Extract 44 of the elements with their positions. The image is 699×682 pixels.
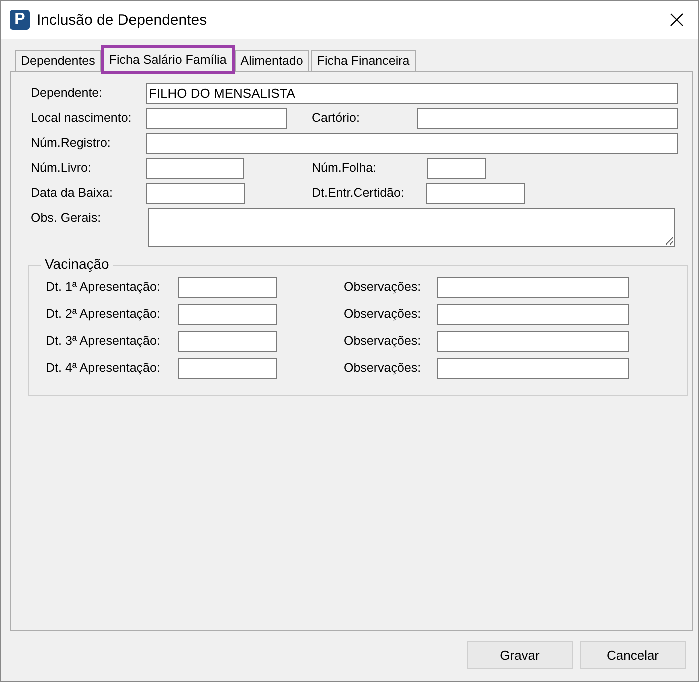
tab[interactable]: Alimentado [234,50,310,71]
close-icon[interactable] [670,13,684,27]
dialog-button[interactable]: Cancelar [580,641,686,669]
field-label: Local nascimento: [31,110,133,127]
field-label: Observações: [344,279,422,296]
date-field[interactable] [178,331,277,352]
input-field[interactable] [437,304,629,325]
field-label: Núm.Registro: [31,135,112,152]
field-label: Dt. 3ª Apresentação: [46,333,162,350]
field-label: Observações: [344,333,422,350]
tab[interactable]: Ficha Salário Família [103,47,233,72]
field-label: Cartório: [312,110,361,127]
field-label: Data da Baixa: [31,185,114,202]
tab[interactable]: Ficha Financeira [311,50,416,71]
input-field[interactable] [427,158,486,179]
input-field[interactable] [146,133,678,154]
field-label: Observações: [344,306,422,323]
field-label: Núm.Folha: [312,160,378,177]
input-field[interactable] [437,277,629,298]
field-label: Dt. 4ª Apresentação: [46,360,162,377]
group-title: Vacinação [41,256,114,272]
date-field[interactable] [178,304,277,325]
text-area[interactable] [148,208,675,247]
input-field[interactable] [437,358,629,379]
field-label: Dt. 1ª Apresentação: [46,279,162,296]
window-title: Inclusão de Dependentes [37,12,208,28]
tab[interactable]: Dependentes [15,50,102,71]
input-field[interactable] [146,158,244,179]
date-field[interactable] [178,358,277,379]
field-label: Observações: [344,360,422,377]
input-field[interactable] [426,183,525,204]
field-label: Dependente: [31,85,104,102]
input-field[interactable] [146,108,287,129]
input-field[interactable]: FILHO DO MENSALISTA [146,83,678,104]
input-field[interactable] [417,108,678,129]
field-label: Dt.Entr.Certidão: [312,185,406,202]
field-label: Núm.Livro: [31,160,92,177]
field-label: Dt. 2ª Apresentação: [46,306,162,323]
app-logo: P [10,10,30,30]
dialog-button[interactable]: Gravar [467,641,573,669]
field-label: Obs. Gerais: [31,210,102,227]
input-field[interactable] [146,183,245,204]
input-field[interactable] [437,331,629,352]
date-field[interactable] [178,277,277,298]
